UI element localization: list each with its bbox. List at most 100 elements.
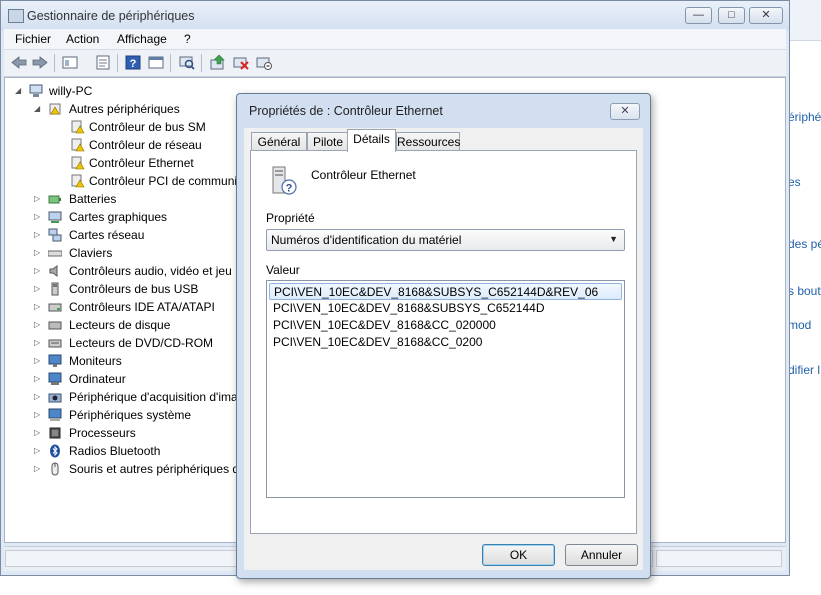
menu-fichier[interactable]: Fichier	[15, 32, 51, 46]
warning-device-icon	[71, 174, 85, 188]
maximize-button[interactable]: □	[718, 7, 745, 24]
property-dropdown[interactable]: Numéros d'identification du matériel ▼	[266, 229, 625, 251]
tree-root-label: willy-PC	[49, 84, 93, 98]
menu-affichage[interactable]: Affichage	[117, 32, 167, 46]
expand-arrow-icon[interactable]: ▷	[34, 208, 44, 226]
value-list[interactable]: PCI\VEN_10EC&DEV_8168&SUBSYS_C652144D&RE…	[266, 280, 625, 498]
expand-arrow-icon[interactable]: ▷	[34, 388, 44, 406]
cancel-button[interactable]: Annuler	[565, 544, 638, 566]
background-text: des pé	[788, 237, 821, 251]
ide-controller-icon	[48, 303, 62, 312]
expand-arrow-icon[interactable]: ▷	[34, 190, 44, 208]
warning-device-icon	[71, 120, 85, 134]
expand-arrow-icon[interactable]: ▷	[34, 406, 44, 424]
help-icon[interactable]: ?	[124, 54, 142, 71]
background-text: difier l	[788, 363, 821, 377]
expand-arrow-icon[interactable]: ▷	[34, 442, 44, 460]
expand-arrow-icon[interactable]: ▷	[34, 298, 44, 316]
property-dropdown-value: Numéros d'identification du matériel	[271, 233, 462, 247]
value-list-item[interactable]: PCI\VEN_10EC&DEV_8168&SUBSYS_C652144D	[269, 300, 622, 317]
tab-resources[interactable]: Ressources	[396, 132, 460, 151]
collapse-arrow-icon[interactable]: ◢	[34, 100, 44, 118]
tree-category-label: Contrôleurs audio, vidéo et jeu	[69, 264, 232, 278]
window-title: Gestionnaire de périphériques	[27, 9, 195, 23]
tree-category-label: Radios Bluetooth	[69, 444, 161, 458]
disable-device-icon[interactable]	[232, 54, 250, 71]
expand-arrow-icon[interactable]: ▷	[34, 460, 44, 478]
properties-icon[interactable]	[94, 54, 112, 71]
tree-category-label: Souris et autres périphériques de	[69, 462, 246, 476]
ok-button[interactable]: OK	[482, 544, 555, 566]
keyboard-icon	[48, 250, 62, 257]
tab-driver[interactable]: Pilote	[307, 132, 349, 151]
minimize-button[interactable]: —	[685, 7, 712, 24]
expand-arrow-icon[interactable]: ▷	[34, 262, 44, 280]
tab-details[interactable]: Détails	[347, 129, 396, 152]
toolbar-separator	[201, 54, 202, 72]
toolbar: ?	[4, 50, 786, 77]
tree-category-label: Contrôleurs de bus USB	[69, 282, 199, 296]
menu-action[interactable]: Action	[66, 32, 99, 46]
imaging-device-icon	[48, 393, 62, 403]
tree-device-label: Contrôleur PCI de communi	[89, 174, 238, 188]
unknown-device-icon	[49, 103, 61, 115]
expand-arrow-icon[interactable]: ▷	[34, 334, 44, 352]
toolbar-separator	[117, 54, 118, 72]
expand-arrow-icon[interactable]: ▷	[34, 424, 44, 442]
display-adapter-icon	[48, 211, 62, 223]
device-name: Contrôleur Ethernet	[311, 168, 416, 182]
menu-help[interactable]: ?	[184, 32, 191, 46]
system-devices-icon	[48, 408, 62, 421]
warning-device-icon	[71, 156, 85, 170]
network-adapter-icon	[48, 228, 62, 242]
view-icon[interactable]	[147, 54, 165, 71]
battery-icon	[48, 195, 61, 204]
expand-arrow-icon[interactable]: ▷	[34, 316, 44, 334]
disk-drive-icon	[48, 321, 62, 330]
computer-icon	[29, 84, 43, 97]
property-label: Propriété	[266, 211, 315, 225]
dropdown-arrow-icon: ▼	[609, 234, 618, 244]
expand-arrow-icon[interactable]: ▷	[34, 352, 44, 370]
dvd-drive-icon	[48, 339, 62, 348]
background-text: ériphé	[788, 110, 821, 124]
title-bar[interactable]: Gestionnaire de périphériques — □ ✕	[1, 1, 789, 31]
forward-icon[interactable]	[31, 54, 49, 71]
expand-arrow-icon[interactable]: ▷	[34, 226, 44, 244]
tree-category-label: Périphériques système	[69, 408, 192, 422]
device-manager-app-icon	[8, 9, 24, 23]
tree-device-label: Contrôleur de réseau	[89, 138, 202, 152]
scan-hardware-icon[interactable]	[178, 54, 196, 71]
show-hide-icon[interactable]	[61, 54, 79, 71]
back-icon[interactable]	[10, 54, 28, 71]
background-topbar	[786, 0, 821, 41]
warning-device-icon	[71, 138, 85, 152]
dialog-body: Général Pilote Détails Ressources ? Cont…	[244, 128, 643, 570]
tree-category-label: Moniteurs	[69, 354, 122, 368]
collapse-arrow-icon[interactable]: ◢	[15, 82, 25, 100]
dialog-title: Propriétés de : Contrôleur Ethernet	[249, 104, 443, 118]
tab-general[interactable]: Général	[251, 132, 307, 151]
value-list-item[interactable]: PCI\VEN_10EC&DEV_8168&CC_0200	[269, 334, 622, 351]
monitor-icon	[48, 354, 62, 367]
update-driver-icon[interactable]	[209, 54, 227, 71]
close-button[interactable]: ✕	[749, 7, 783, 24]
dialog-close-button[interactable]: ✕	[610, 103, 640, 120]
computer-icon	[48, 372, 62, 385]
speaker-icon	[49, 265, 58, 277]
uninstall-device-icon[interactable]	[255, 54, 273, 71]
status-cell	[656, 550, 782, 567]
value-list-item[interactable]: PCI\VEN_10EC&DEV_8168&CC_020000	[269, 317, 622, 334]
menu-bar: Fichier Action Affichage ?	[4, 29, 786, 50]
tree-category-label: Claviers	[69, 246, 113, 260]
processor-icon	[49, 427, 61, 439]
tree-category-label: Cartes graphiques	[69, 210, 168, 224]
details-tab-panel: ? Contrôleur Ethernet Propriété Numéros …	[250, 150, 637, 534]
value-list-item-selected[interactable]: PCI\VEN_10EC&DEV_8168&SUBSYS_C652144D&RE…	[269, 283, 622, 300]
expand-arrow-icon[interactable]: ▷	[34, 370, 44, 388]
expand-arrow-icon[interactable]: ▷	[34, 280, 44, 298]
toolbar-separator	[170, 54, 171, 72]
tree-device-label: Contrôleur de bus SM	[89, 120, 206, 134]
expand-arrow-icon[interactable]: ▷	[34, 244, 44, 262]
tree-category-label: Cartes réseau	[69, 228, 145, 242]
